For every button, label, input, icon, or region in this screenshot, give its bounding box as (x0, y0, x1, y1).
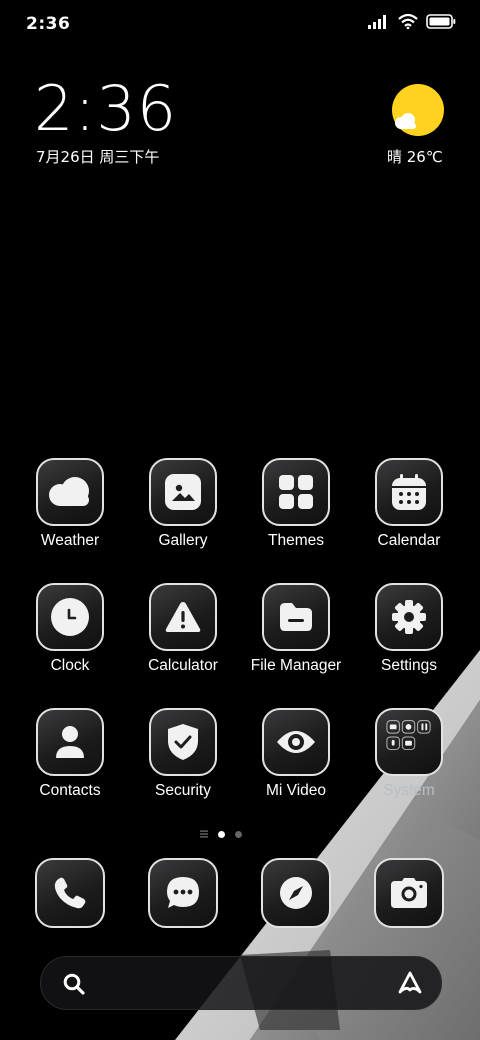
compass-icon (280, 877, 312, 909)
eye-icon (277, 731, 315, 753)
security-app-icon[interactable] (149, 708, 217, 776)
folder-grid-icon (386, 720, 431, 750)
dock-messages[interactable] (148, 858, 218, 928)
wifi-icon (398, 13, 418, 33)
widget-clock[interactable]: 2:36 (34, 72, 177, 146)
gear-icon (392, 600, 426, 634)
dock-browser[interactable] (261, 858, 331, 928)
grid-icon (279, 475, 313, 509)
app-label: Calculator (148, 657, 218, 674)
app-calendar[interactable]: Calendar (353, 458, 465, 550)
app-label: File Manager (250, 657, 342, 674)
status-bar: 2:36 (0, 0, 480, 50)
warning-icon (165, 602, 201, 632)
phone-icon (54, 877, 86, 909)
cloud-icon (49, 477, 89, 506)
page-indicator (200, 830, 242, 838)
assistant-icon[interactable] (397, 970, 423, 1000)
app-gallery[interactable]: Gallery (127, 458, 239, 550)
app-security[interactable]: Security (127, 708, 239, 800)
list-icon (200, 830, 208, 838)
app-label: System (383, 782, 435, 799)
person-icon (56, 726, 84, 758)
dock-camera[interactable] (374, 858, 444, 928)
camera-icon (391, 878, 427, 908)
clock-icon (51, 598, 89, 636)
themes-app-icon[interactable] (262, 458, 330, 526)
app-label: Calendar (377, 532, 441, 549)
file-manager-app-icon[interactable] (262, 583, 330, 651)
dock-phone[interactable] (35, 858, 105, 928)
page-dot-active (218, 830, 225, 838)
system-folder-icon[interactable] (375, 708, 443, 776)
app-label: Contacts (39, 782, 101, 799)
widget-date: 7月26日 周三下午 (36, 148, 160, 166)
app-label: Clock (50, 657, 90, 674)
app-label: Weather (40, 532, 100, 549)
app-settings[interactable]: Settings (353, 583, 465, 675)
app-themes[interactable]: Themes (240, 458, 352, 550)
clock-app-icon[interactable] (36, 583, 104, 651)
cloud-icon (392, 112, 422, 130)
page-dot (235, 830, 242, 838)
settings-app-icon[interactable] (375, 583, 443, 651)
app-label: Settings (380, 657, 437, 674)
status-icons (368, 13, 456, 33)
app-contacts[interactable]: Contacts (14, 708, 126, 800)
app-label: Security (155, 782, 211, 799)
calendar-icon (392, 474, 426, 510)
app-calculator[interactable]: Calculator (127, 583, 239, 675)
image-icon (165, 474, 201, 510)
app-file-manager[interactable]: File Manager (240, 583, 352, 675)
shield-icon (168, 724, 198, 760)
status-time: 2:36 (26, 14, 71, 34)
weather-app-icon[interactable] (36, 458, 104, 526)
weather-text: 晴 26℃ (387, 148, 443, 166)
contacts-app-icon[interactable] (36, 708, 104, 776)
search-icon[interactable] (63, 973, 85, 999)
battery-icon (426, 14, 456, 33)
app-label: Gallery (158, 532, 208, 549)
calculator-app-icon[interactable] (149, 583, 217, 651)
messages-icon (167, 877, 199, 908)
search-bar[interactable] (40, 956, 442, 1010)
app-label: Mi Video (265, 782, 327, 799)
app-system-folder[interactable]: System (353, 708, 465, 800)
folder-icon (280, 603, 312, 631)
gallery-app-icon[interactable] (149, 458, 217, 526)
signal-icon (368, 14, 390, 33)
calendar-app-icon[interactable] (375, 458, 443, 526)
app-label: Themes (268, 532, 324, 549)
app-weather[interactable]: Weather (14, 458, 126, 550)
app-mi-video[interactable]: Mi Video (240, 708, 352, 800)
mi-video-app-icon[interactable] (262, 708, 330, 776)
app-clock[interactable]: Clock (14, 583, 126, 675)
